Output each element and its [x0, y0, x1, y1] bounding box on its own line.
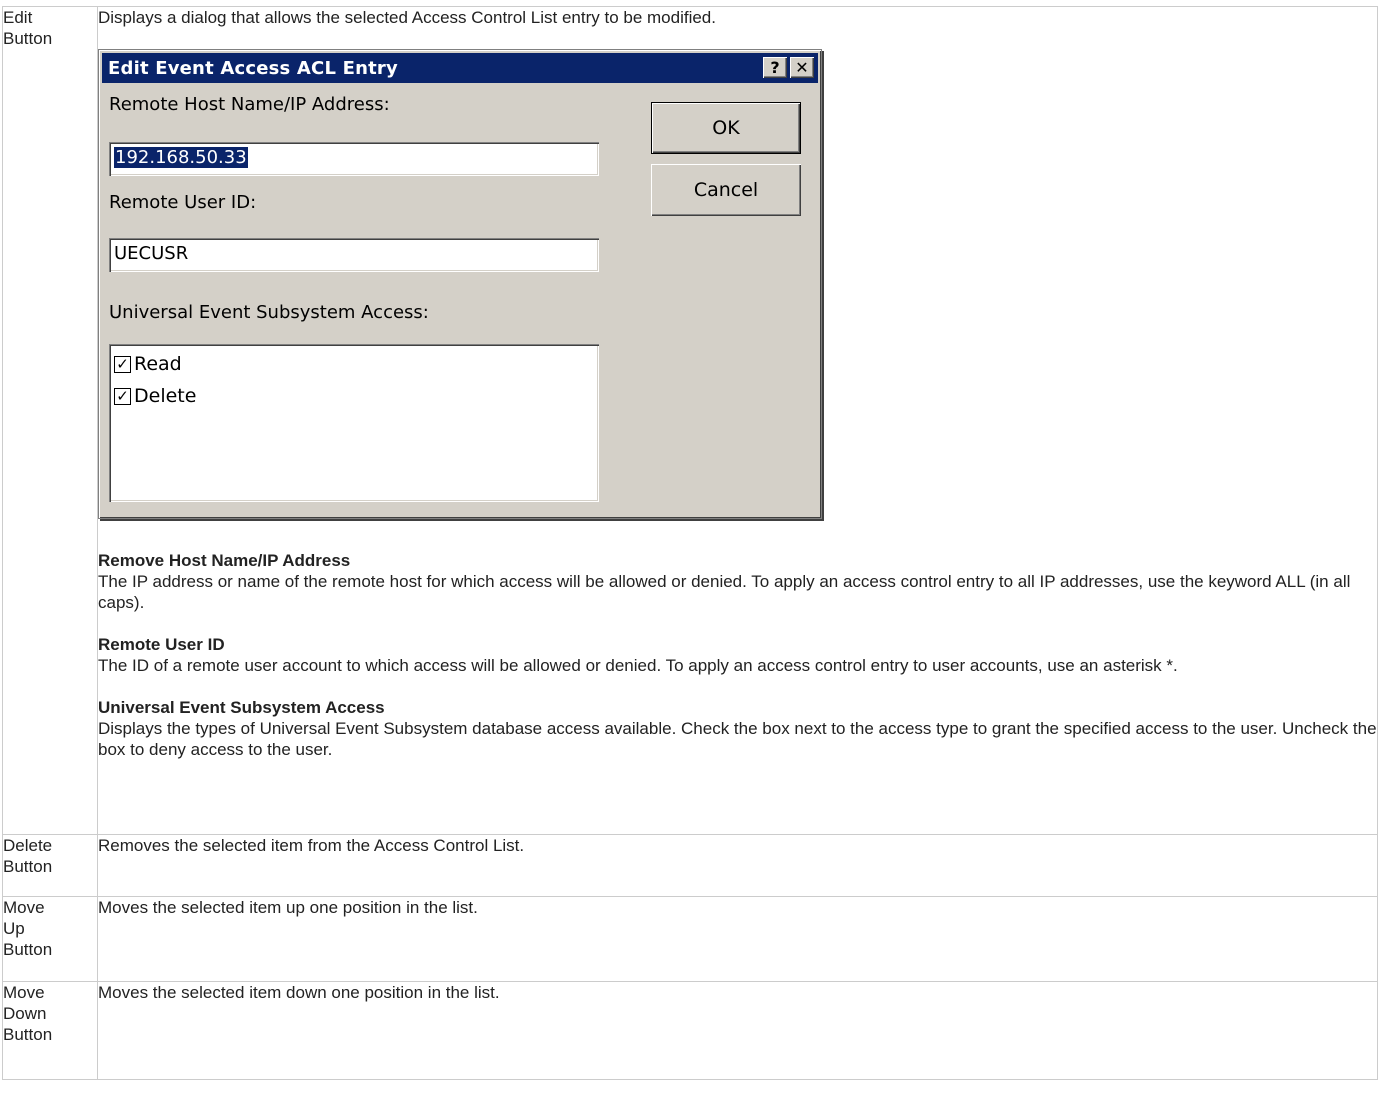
field-title: Remote User ID	[98, 635, 225, 654]
access-listbox[interactable]: ✓ Read ✓ Delete	[109, 344, 599, 502]
field-access: Universal Event Subsystem Access Display…	[98, 697, 1377, 760]
cancel-button[interactable]: Cancel	[651, 164, 801, 216]
user-input-value: UECUSR	[114, 243, 189, 264]
table-row: Delete Button Removes the selected item …	[2, 834, 1378, 897]
dialog-titlebar: Edit Event Access ACL Entry ? ✕	[102, 53, 818, 83]
user-input[interactable]: UECUSR	[109, 238, 599, 272]
row-label: Move Up Button	[2, 896, 98, 982]
ok-button[interactable]: OK	[651, 102, 801, 154]
access-label: Universal Event Subsystem Access:	[109, 302, 429, 323]
field-text: Displays the types of Universal Event Su…	[98, 719, 1377, 759]
row-label: Move Down Button	[2, 981, 98, 1080]
host-input-value: 192.168.50.33	[114, 147, 248, 168]
user-label: Remote User ID:	[109, 192, 257, 213]
field-text: The IP address or name of the remote hos…	[98, 572, 1351, 612]
dialog-title: Edit Event Access ACL Entry	[108, 57, 398, 79]
field-user: Remote User ID The ID of a remote user a…	[98, 634, 1377, 676]
host-label: Remote Host Name/IP Address:	[109, 94, 390, 115]
field-title: Universal Event Subsystem Access	[98, 698, 385, 717]
field-title: Remove Host Name/IP Address	[98, 551, 351, 570]
field-host: Remove Host Name/IP Address The IP addre…	[98, 550, 1377, 613]
field-text: The ID of a remote user account to which…	[98, 656, 1178, 675]
close-icon[interactable]: ✕	[790, 57, 814, 78]
row-label: Delete Button	[2, 834, 98, 897]
row-description: Moves the selected item down one positio…	[97, 981, 1378, 1080]
field-descriptions: Remove Host Name/IP Address The IP addre…	[98, 550, 1377, 769]
button-reference-table: Edit Button Displays a dialog that allow…	[2, 6, 1378, 1080]
row-description: Moves the selected item up one position …	[97, 896, 1378, 982]
checkbox-delete[interactable]: ✓	[114, 387, 131, 405]
table-row: Move Down Button Moves the selected item…	[2, 981, 1378, 1080]
access-item-delete[interactable]: ✓ Delete	[114, 380, 599, 412]
edit-acl-dialog: Edit Event Access ACL Entry ? ✕ Remote H…	[98, 49, 822, 519]
row-label: Edit Button	[2, 6, 98, 835]
host-input[interactable]: 192.168.50.33	[109, 142, 599, 176]
row-description: Displays a dialog that allows the select…	[97, 6, 1378, 835]
access-item-read[interactable]: ✓ Read	[114, 348, 599, 380]
row-description: Removes the selected item from the Acces…	[97, 834, 1378, 897]
table-row: Edit Button Displays a dialog that allow…	[2, 6, 1378, 835]
help-icon[interactable]: ?	[763, 57, 787, 78]
row-description-text: Displays a dialog that allows the select…	[98, 8, 716, 27]
checkbox-read[interactable]: ✓	[114, 355, 131, 373]
table-row: Move Up Button Moves the selected item u…	[2, 896, 1378, 982]
